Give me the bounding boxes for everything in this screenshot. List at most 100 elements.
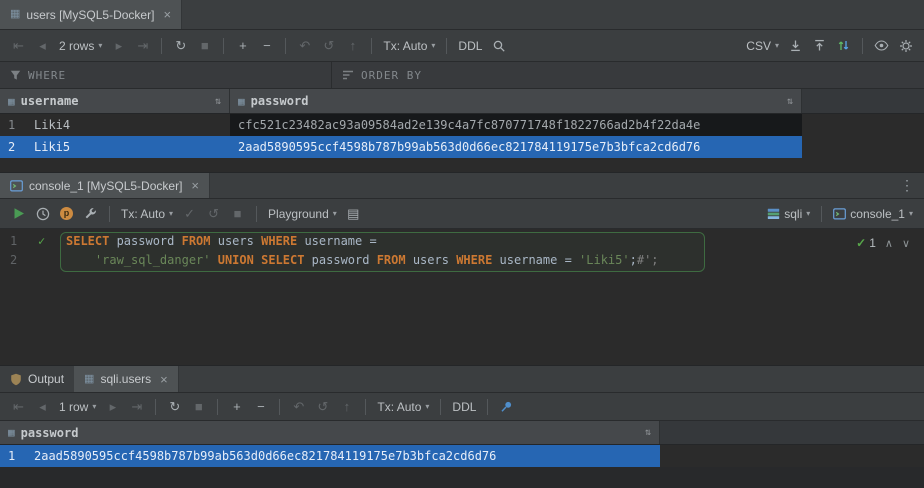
- add-row-button[interactable]: +: [232, 35, 253, 56]
- result-grid-header: ▦ password ⇅: [0, 421, 924, 445]
- import-data-icon[interactable]: [809, 35, 830, 56]
- execute-play-icon[interactable]: [8, 203, 29, 224]
- column-header-username[interactable]: ▦ username ⇅: [0, 89, 230, 113]
- previous-page-button[interactable]: ◂: [32, 35, 53, 56]
- output-shield-icon: [10, 373, 22, 386]
- first-page-button[interactable]: ⇤: [8, 396, 29, 417]
- export-format-dropdown[interactable]: CSV ▾: [743, 39, 782, 53]
- search-icon[interactable]: [488, 35, 509, 56]
- result-table-row-selected[interactable]: 1 2aad5890595ccf4598b787b99ab563d0d66ec8…: [0, 445, 924, 467]
- tab-users-grid[interactable]: ▦ users [MySQL5-Docker] ×: [0, 0, 182, 29]
- divider: [862, 38, 863, 54]
- sync-compare-icon[interactable]: [833, 35, 854, 56]
- last-page-button[interactable]: ⇥: [132, 35, 153, 56]
- chevron-down-icon: ▾: [425, 402, 429, 411]
- cell-username[interactable]: Liki4: [26, 114, 230, 136]
- tx-mode-dropdown[interactable]: Tx: Auto ▾: [118, 207, 176, 221]
- editor-line[interactable]: 2 'raw_sql_danger' UNION SELECT password…: [0, 250, 924, 269]
- line-number: 2: [10, 253, 26, 267]
- sort-icon[interactable]: ⇅: [645, 427, 651, 438]
- row-filler: [660, 445, 924, 467]
- tab-console-1[interactable]: console_1 [MySQL5-Docker] ×: [0, 173, 210, 198]
- undo-button: ↶: [294, 35, 315, 56]
- header-cells: ▦ password ⇅: [0, 421, 660, 444]
- close-icon[interactable]: ×: [191, 178, 199, 193]
- ddl-button[interactable]: DDL: [455, 39, 485, 53]
- header-cells: ▦ username ⇅ ▦ password ⇅: [0, 89, 802, 113]
- chevron-down-icon: ▾: [92, 402, 96, 411]
- schema-switcher[interactable]: sqli ▾: [764, 207, 813, 221]
- close-icon[interactable]: ×: [160, 372, 168, 387]
- settings-gear-icon[interactable]: [895, 35, 916, 56]
- table-row-selected[interactable]: 2 Liki5 2aad5890595ccf4598b787b99ab563d0…: [0, 136, 924, 158]
- commit-check-icon: ✓: [179, 203, 200, 224]
- export-data-icon[interactable]: [785, 35, 806, 56]
- submit-button: ↑: [336, 396, 357, 417]
- chevron-down-icon: ▾: [909, 209, 913, 218]
- chevron-down-icon: ▾: [169, 209, 173, 218]
- editor-gutter: 1 ✓: [0, 234, 60, 248]
- editor-line[interactable]: 1 ✓ SELECT password FROM users WHERE use…: [0, 231, 924, 250]
- divider: [155, 399, 156, 415]
- table-row[interactable]: 1 Liki4 cfc521c23482ac93a09584ad2e139c4a…: [0, 114, 924, 136]
- refresh-button[interactable]: ↻: [164, 396, 185, 417]
- previous-page-button[interactable]: ◂: [32, 396, 53, 417]
- header-filler: [802, 89, 924, 113]
- cell-password[interactable]: 2aad5890595ccf4598b787b99ab563d0d66ec821…: [26, 445, 660, 467]
- cell-password[interactable]: 2aad5890595ccf4598b787b99ab563d0d66ec821…: [230, 136, 802, 158]
- tx-mode-label: Tx: Auto: [377, 400, 421, 414]
- column-header-password[interactable]: ▦ password ⇅: [0, 421, 660, 444]
- profiler-badge-icon[interactable]: p: [56, 203, 77, 224]
- where-filter-input[interactable]: WHERE: [0, 62, 332, 88]
- console-switcher[interactable]: console_1 ▾: [830, 207, 916, 221]
- code-line[interactable]: SELECT password FROM users WHERE usernam…: [60, 234, 377, 248]
- query-history-clock-icon[interactable]: [32, 203, 53, 224]
- tab-sqli-users-result[interactable]: ▦ sqli.users ×: [74, 366, 179, 392]
- chevron-down-icon: ▾: [333, 209, 337, 218]
- view-options-eye-icon[interactable]: [871, 35, 892, 56]
- divider: [365, 399, 366, 415]
- chevron-down-icon: ▾: [98, 41, 102, 50]
- delete-row-button[interactable]: −: [256, 35, 277, 56]
- view-as-table-icon[interactable]: ▤: [343, 203, 364, 224]
- add-row-button[interactable]: +: [226, 396, 247, 417]
- cell-username[interactable]: Liki5: [26, 136, 230, 158]
- grid-filter-bar: WHERE ORDER BY: [0, 62, 924, 89]
- sort-icon[interactable]: ⇅: [787, 96, 793, 107]
- cell-password[interactable]: cfc521c23482ac93a09584ad2e139c4a7fc87077…: [230, 114, 802, 136]
- more-options-icon[interactable]: ⋮: [900, 177, 914, 194]
- first-page-button[interactable]: ⇤: [8, 35, 29, 56]
- settings-wrench-icon[interactable]: [80, 203, 101, 224]
- playground-mode-dropdown[interactable]: Playground ▾: [265, 207, 340, 221]
- previous-result-icon[interactable]: ∧: [885, 237, 893, 250]
- divider: [440, 399, 441, 415]
- next-page-button[interactable]: ▸: [108, 35, 129, 56]
- next-page-button[interactable]: ▸: [102, 396, 123, 417]
- delete-row-button[interactable]: −: [250, 396, 271, 417]
- last-page-button[interactable]: ⇥: [126, 396, 147, 417]
- tx-mode-dropdown[interactable]: Tx: Auto ▾: [380, 39, 438, 53]
- grid-empty-area: [0, 158, 924, 172]
- where-label: WHERE: [28, 69, 66, 82]
- next-result-icon[interactable]: ∨: [902, 237, 910, 250]
- column-header-password[interactable]: ▦ password ⇅: [230, 89, 802, 113]
- row-count-dropdown[interactable]: 2 rows ▾: [56, 39, 105, 53]
- tab-output[interactable]: Output: [0, 366, 74, 392]
- row-count-dropdown[interactable]: 1 row ▾: [56, 400, 99, 414]
- chevron-down-icon: ▾: [806, 209, 810, 218]
- filter-funnel-icon: [10, 70, 21, 81]
- divider: [223, 38, 224, 54]
- revert-button: ↺: [318, 35, 339, 56]
- tab-sqli-users-label: sqli.users: [100, 372, 151, 386]
- ddl-button[interactable]: DDL: [449, 400, 479, 414]
- sql-editor[interactable]: 1 ✓ SELECT password FROM users WHERE use…: [0, 229, 924, 365]
- close-icon[interactable]: ×: [163, 7, 171, 22]
- bottom-empty-area: [0, 467, 924, 488]
- refresh-button[interactable]: ↻: [170, 35, 191, 56]
- order-by-icon: [342, 70, 354, 80]
- pin-tab-icon[interactable]: [496, 396, 517, 417]
- code-line[interactable]: 'raw_sql_danger' UNION SELECT password F…: [60, 253, 659, 267]
- tx-mode-dropdown[interactable]: Tx: Auto ▾: [374, 400, 432, 414]
- sort-icon[interactable]: ⇅: [215, 96, 221, 107]
- order-by-filter-input[interactable]: ORDER BY: [332, 62, 432, 88]
